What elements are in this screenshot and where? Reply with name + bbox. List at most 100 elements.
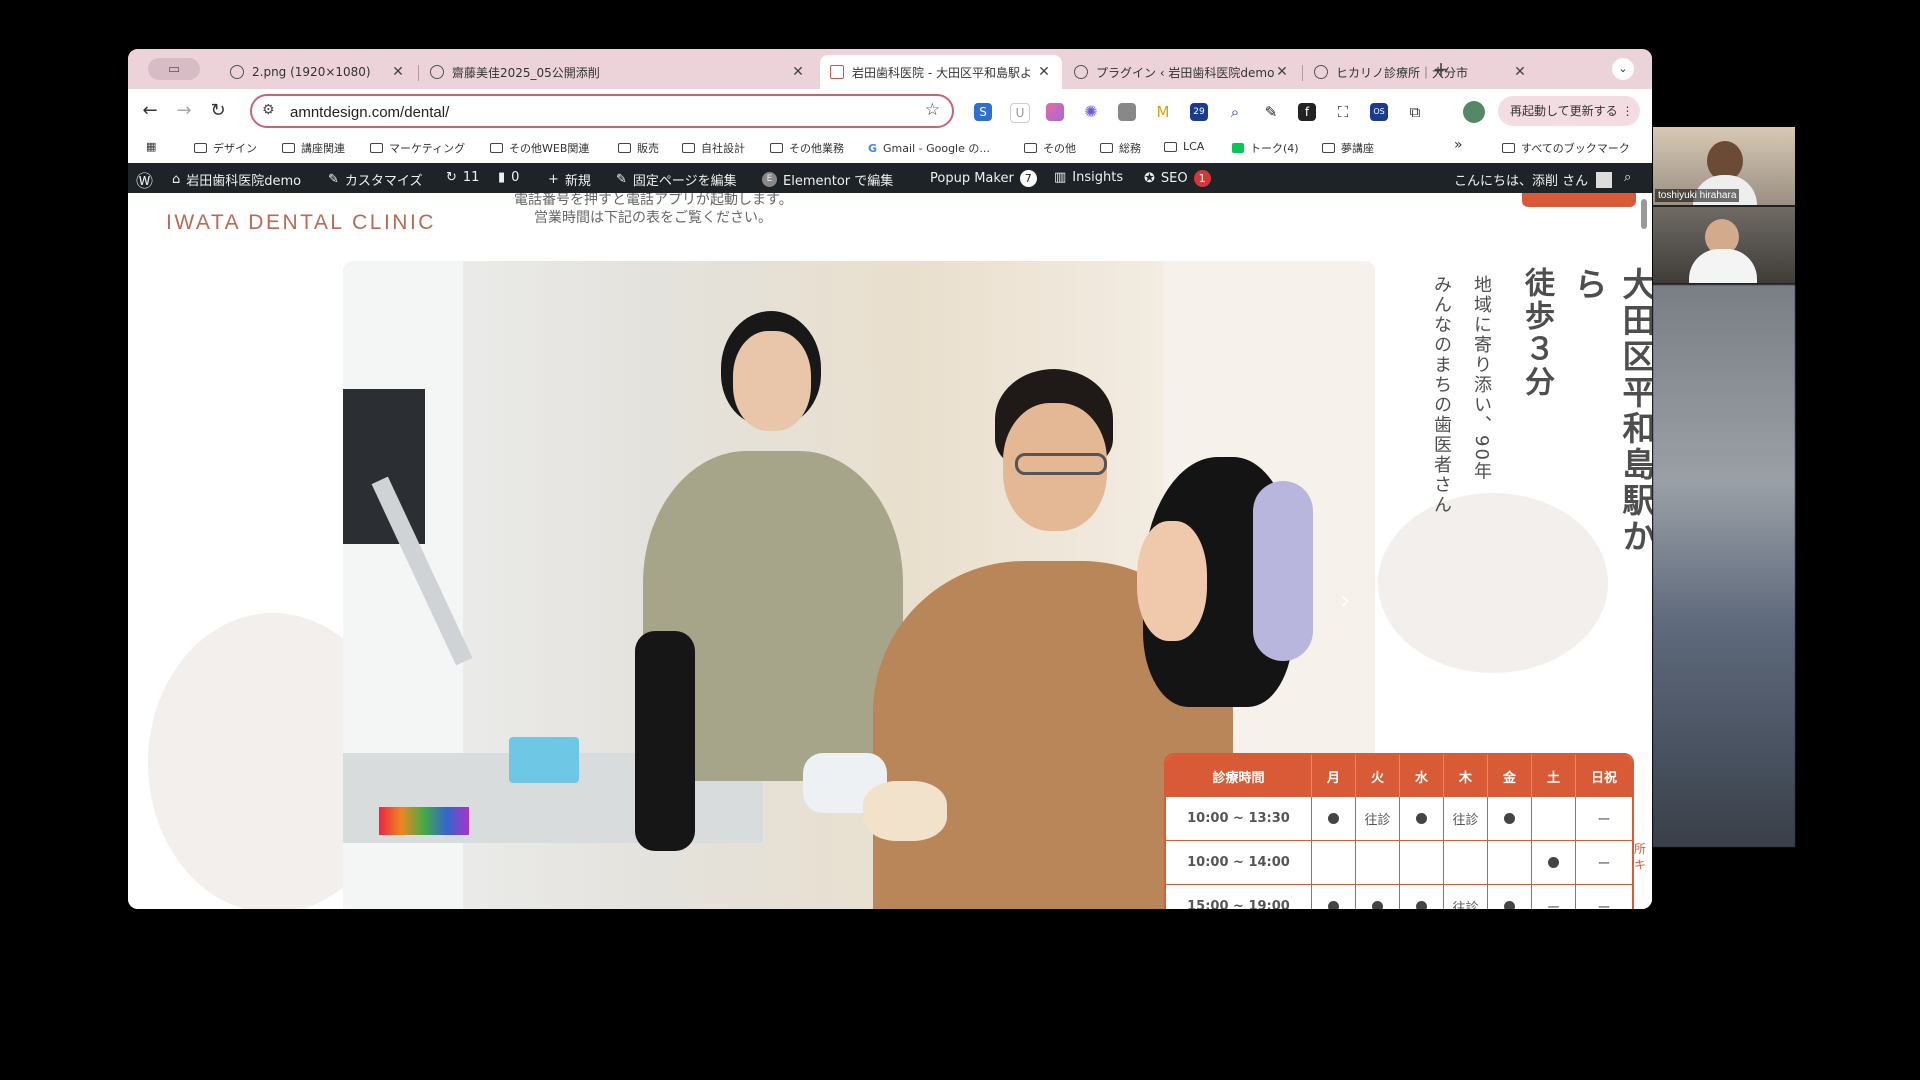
url-input[interactable] [288, 99, 892, 125]
monitor-screen [343, 389, 425, 544]
extension-sparkle-icon[interactable]: ✺ [1082, 103, 1100, 121]
wp-popup-maker[interactable]: Popup Maker 7 [930, 170, 1037, 187]
site-info-icon[interactable]: ⚙ [262, 102, 275, 118]
bookmark-folder[interactable]: その他WEB関連 [490, 140, 589, 156]
wp-new-label: 新規 [564, 174, 591, 189]
tab-4[interactable]: プラグイン ‹ 岩田歯科医院demo ✕ [1064, 55, 1300, 89]
bookmark-label: デザイン [213, 142, 257, 155]
header-cell: 土 [1532, 755, 1576, 797]
dot-icon [1416, 901, 1427, 909]
tab-search-icon: ▭ [167, 61, 181, 77]
tab-2[interactable]: 齋藤美佳2025_05公開添削 ✕ [420, 55, 816, 89]
bookmark-label: マーケティング [389, 142, 466, 155]
wp-edit-page[interactable]: ✎ 固定ページを編集 [616, 170, 737, 189]
wp-my-account[interactable]: こんにちは、添削 さん [1454, 170, 1613, 189]
tab-close-icon[interactable]: ✕ [390, 64, 406, 80]
wp-comments[interactable]: ▮ 0 [498, 170, 519, 185]
participant-tile[interactable] [1653, 207, 1795, 283]
bookmark-label: 夢講座 [1341, 142, 1374, 155]
address-bar[interactable]: ⚙ ☆ [250, 94, 954, 128]
slider-next-icon[interactable]: › [1340, 586, 1350, 616]
comment-icon: ▮ [498, 170, 506, 185]
extension-m-icon[interactable]: M [1154, 103, 1172, 121]
tab-search-button[interactable]: ▭ [148, 58, 200, 80]
wordpress-logo-icon[interactable]: Ⓦ [136, 167, 153, 192]
relaunch-update-button[interactable]: 再起動して更新する ⋮ [1498, 96, 1640, 126]
tab-list-dropdown[interactable]: ⌄ [1612, 58, 1634, 80]
extension-layers-icon[interactable] [1118, 103, 1136, 121]
folder-icon [1164, 141, 1177, 152]
bookmark-folder[interactable]: 販売 [618, 140, 659, 156]
wp-elementor[interactable]: E Elementor で編集 [762, 170, 893, 189]
reload-button[interactable]: ↻ [206, 99, 230, 123]
bookmark-gmail[interactable]: G Gmail - Google の... [868, 140, 990, 156]
extension-f-icon[interactable]: f [1298, 103, 1316, 121]
wp-search-icon[interactable]: ⌕ [1624, 170, 1631, 185]
wp-seo[interactable]: ✪ SEO 1 [1144, 170, 1211, 187]
office-hours-table: 診療時間 月 火 水 木 金 土 日祝 10:00 ~ 13:30 往診 往診ー 10… [1164, 753, 1634, 909]
extensions-puzzle-icon[interactable]: ⧉ [1406, 103, 1424, 121]
hours-cell: 往診 [1444, 885, 1488, 909]
extension-u-icon[interactable]: U [1010, 103, 1030, 123]
extension-calendar-icon[interactable]: 29 [1190, 103, 1208, 121]
wp-updates[interactable]: ↻ 11 [446, 170, 479, 185]
plus-icon: + [548, 172, 559, 187]
site-logo-text[interactable]: IWATA DENTAL CLINIC [166, 211, 436, 235]
tab-5[interactable]: ヒカリノ診療所｜大分市 ✕ [1304, 55, 1538, 89]
wp-admin-bar: Ⓦ ⌂ 岩田歯科医院demo ✎ カスタマイズ ↻ 11 ▮ 0 + 新規 ✎ 固定ページを… [128, 163, 1652, 193]
extension-os-icon[interactable]: OS [1370, 103, 1388, 121]
wp-site-name[interactable]: ⌂ 岩田歯科医院demo [172, 170, 301, 189]
wp-insights[interactable]: ▥ Insights [1054, 170, 1123, 185]
bookmark-folder[interactable]: デザイン [194, 140, 257, 156]
popup-count-badge: 7 [1019, 170, 1037, 187]
bookmark-star-icon[interactable]: ☆ [925, 100, 940, 120]
reload-icon: ↻ [210, 100, 226, 121]
profile-avatar[interactable] [1463, 101, 1485, 123]
bookmark-folder[interactable]: マーケティング [370, 140, 465, 156]
bookmark-folder[interactable]: 自社設計 [682, 140, 745, 156]
bookmark-label: 販売 [637, 142, 659, 155]
chat-icon [1232, 143, 1244, 153]
bookmark-folder[interactable]: 夢講座 [1322, 140, 1374, 156]
bookmark-folder[interactable]: 講座関連 [282, 140, 345, 156]
extension-search-icon[interactable]: ⌕ [1226, 103, 1244, 121]
back-button[interactable]: ← [138, 99, 162, 123]
contact-button-cut[interactable] [1522, 193, 1636, 207]
tab-1[interactable]: 2.png (1920×1080) ✕ [220, 55, 416, 89]
bookmarks-overflow-button[interactable]: » [1454, 137, 1463, 153]
tab-3-active[interactable]: 岩田歯科医院 - 大田区平和島駅よ ✕ [820, 55, 1062, 89]
participant-tile-blurred[interactable] [1653, 285, 1795, 847]
participant-tile[interactable]: toshiyuki hirahara [1653, 127, 1795, 205]
folder-icon [282, 143, 295, 153]
extension-s-icon[interactable]: S [974, 103, 992, 121]
more-vert-icon: ⋮ [1621, 104, 1634, 118]
header-cell: 金 [1488, 755, 1532, 797]
tab-close-icon[interactable]: ✕ [1036, 64, 1052, 80]
bookmark-folder[interactable]: 総務 [1100, 140, 1141, 156]
cut-off-text: 所キ [1634, 842, 1647, 872]
tab-close-icon[interactable]: ✕ [790, 64, 806, 80]
hours-cell [1488, 841, 1532, 885]
time-slot: 10:00 ~ 13:30 [1166, 797, 1312, 841]
hours-cell: ー [1576, 885, 1632, 909]
extension-gradient-icon[interactable] [1046, 103, 1064, 121]
tab-close-icon[interactable]: ✕ [1512, 64, 1528, 80]
bookmark-label: すべてのブックマーク [1521, 142, 1630, 155]
scrollbar[interactable] [1641, 199, 1647, 229]
all-bookmarks-folder[interactable]: すべてのブックマーク [1502, 140, 1630, 156]
wp-new[interactable]: + 新規 [548, 170, 591, 189]
apps-grid-icon[interactable]: ▦ [146, 140, 156, 153]
wp-customize[interactable]: ✎ カスタマイズ [328, 170, 423, 189]
bookmark-line-talk[interactable]: トーク(4) [1232, 140, 1299, 156]
extension-screenshot-icon[interactable]: ⛶ [1334, 103, 1352, 121]
bookmark-folder[interactable]: LCA [1164, 140, 1204, 153]
teeth-model [863, 781, 947, 841]
hours-cell [1444, 841, 1488, 885]
hours-cell: ー [1532, 885, 1576, 909]
extension-pen-icon[interactable]: ✎ [1262, 103, 1280, 121]
new-tab-button[interactable]: + [1428, 56, 1454, 82]
bookmark-folder[interactable]: その他業務 [770, 140, 844, 156]
forward-button[interactable]: → [172, 99, 196, 123]
tab-close-icon[interactable]: ✕ [1274, 64, 1290, 80]
bookmark-folder[interactable]: その他 [1024, 140, 1076, 156]
